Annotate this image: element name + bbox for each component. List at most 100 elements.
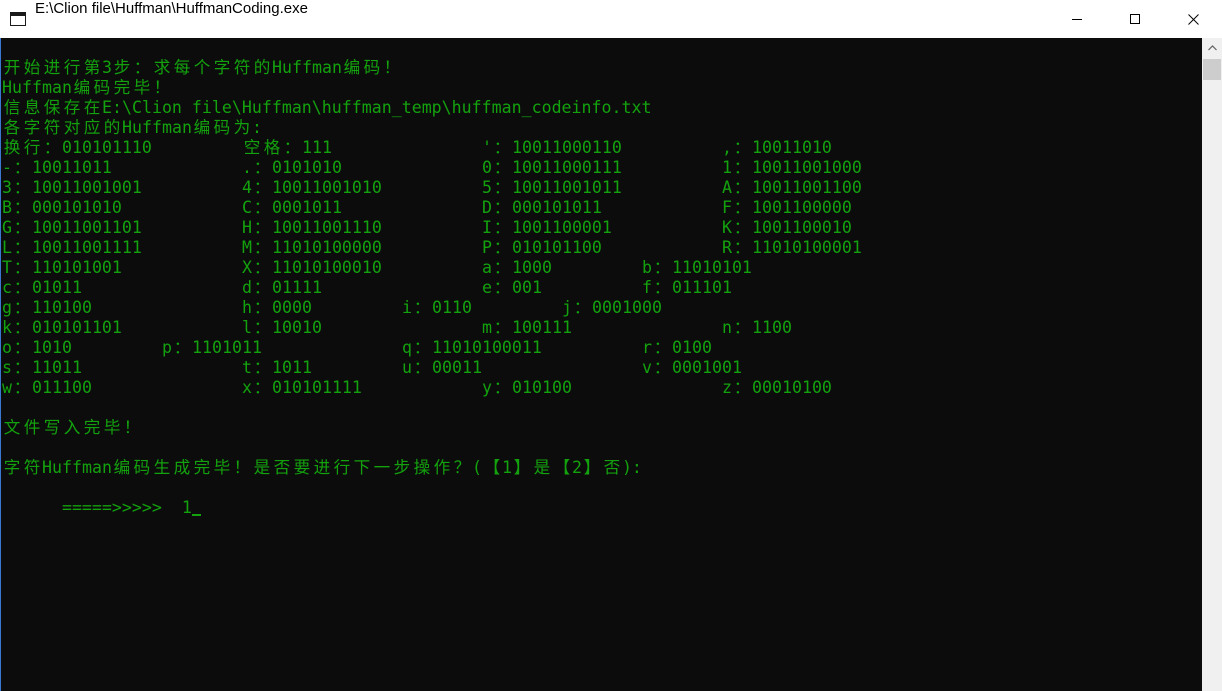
code-entry: 空格： 111 [243, 138, 332, 157]
wide-glyph: 毕 [103, 418, 121, 437]
wide-glyph: ： [493, 198, 511, 217]
wide-glyph: 的 [103, 118, 121, 137]
wide-glyph: ： [13, 318, 31, 337]
code-entry: .： 0101010 [242, 158, 342, 177]
wide-glyph: 码 [363, 58, 381, 77]
wide-glyph: ： [653, 278, 671, 297]
code-entry: l： 10010 [242, 318, 322, 337]
user-input-value[interactable]: 1 [182, 498, 192, 517]
wide-glyph: ： [253, 378, 271, 397]
scrollbar-track[interactable] [1202, 59, 1222, 691]
wide-glyph: ： [573, 298, 591, 317]
code-entry: a： 1000 [482, 258, 552, 277]
wide-glyph: ： [493, 258, 511, 277]
wide-glyph: ： [653, 258, 671, 277]
wide-glyph: ： [253, 278, 271, 297]
wide-glyph: 编 [113, 458, 131, 477]
wide-glyph: 是 [533, 458, 551, 477]
code-table-row: g： 110100 h： 0000 i： 0110 j： 0001000 [1, 298, 1191, 318]
code-entry: h： 0000 [242, 298, 312, 317]
maximize-stroke [1130, 14, 1140, 24]
wide-glyph: 为 [233, 118, 251, 137]
wide-glyph: 第 [83, 58, 101, 77]
wide-glyph: ： [733, 158, 751, 177]
code-table-row: w： 011100 x： 010101111 y： 010100 z： 00010100 [1, 378, 1191, 398]
scrollbar-thumb[interactable] [1203, 59, 1221, 80]
console-output[interactable]: 开始进行第 3 步：求每个字符的 Huffman 编码！ Huffman 编码完毕！ 信息… [0, 38, 1202, 691]
code-table-row: -： 10011011 .： 0101010 0： 10011000111 1： 100… [1, 158, 1191, 178]
code-entry: c： 01011 [2, 278, 82, 297]
wide-glyph: 码 [213, 118, 231, 137]
code-entry: v： 0001001 [642, 358, 742, 377]
scroll-up-button[interactable] [1202, 38, 1222, 58]
input-line[interactable]: =====>>>>> 1 [2, 478, 202, 517]
wide-glyph: 】 [583, 458, 601, 477]
code-entry: n： 1100 [722, 318, 792, 337]
wide-glyph: ： [493, 318, 511, 337]
title-bar[interactable]: E:\Clion file\Huffman\HuffmanCoding.exe [0, 0, 1222, 38]
wide-glyph: 保 [43, 98, 61, 117]
maximize-icon [1130, 14, 1140, 24]
code-entry: p： 1101011 [162, 338, 262, 357]
wide-glyph: 的 [253, 58, 271, 77]
wide-glyph: 完 [193, 458, 211, 477]
wide-glyph: ： [173, 338, 191, 357]
minimize-button[interactable] [1048, 0, 1106, 38]
wide-glyph: 完 [113, 78, 131, 97]
code-entry: 1： 10011001000 [722, 158, 862, 177]
wide-glyph: ： [733, 218, 751, 237]
wide-glyph: 完 [83, 418, 101, 437]
wide-glyph: ： [733, 378, 751, 397]
wide-glyph: ： [253, 298, 271, 317]
chevron-up-stroke [1207, 45, 1217, 51]
wide-glyph: 步 [113, 58, 131, 77]
console-window: E:\Clion file\Huffman\HuffmanCoding.exe … [0, 0, 1222, 691]
vertical-scrollbar[interactable] [1202, 38, 1222, 691]
code-entry: f： 011101 [642, 278, 732, 297]
wide-glyph: ： [493, 278, 511, 297]
code-entry: F： 1001100000 [722, 198, 852, 217]
close-icon [1187, 13, 1199, 25]
wide-glyph: 行 [23, 138, 41, 157]
code-entry: u： 00011 [402, 358, 482, 377]
wide-glyph: 开 [3, 58, 21, 77]
code-entry: 4： 10011001010 [242, 178, 382, 197]
chevron-up-icon [1207, 45, 1217, 51]
code-table-row: 3： 10011001001 4： 10011001010 5： 1001100101… [1, 178, 1191, 198]
wide-glyph: 应 [83, 118, 101, 137]
code-entry: C： 0001011 [242, 198, 342, 217]
wide-glyph: ： [133, 58, 151, 77]
wide-glyph: 在 [83, 98, 101, 117]
wide-glyph: 入 [63, 418, 81, 437]
maximize-button[interactable] [1106, 0, 1164, 38]
wide-glyph: ： [13, 218, 31, 237]
code-entry: L： 10011001111 [2, 238, 142, 257]
code-entry: w： 011100 [2, 378, 92, 397]
code-entry: s： 11011 [2, 358, 82, 377]
wide-glyph: ： [733, 198, 751, 217]
wide-glyph: 编 [193, 118, 211, 137]
wide-glyph: 空 [243, 138, 261, 157]
close-button[interactable] [1164, 0, 1222, 38]
wide-glyph: 息 [23, 98, 41, 117]
code-table-row: T： 110101001 X： 11010100010 a： 1000 b： 11010… [1, 258, 1191, 278]
code-entry: m： 100111 [482, 318, 572, 337]
wide-glyph: ： [493, 138, 511, 157]
wide-glyph: 符 [233, 58, 251, 77]
code-entry: t： 1011 [242, 358, 312, 377]
wide-glyph: ： [493, 218, 511, 237]
code-entry: e： 001 [482, 278, 542, 297]
wide-glyph: 行 [63, 58, 81, 77]
code-table-row: k： 010101101 l： 10010 m： 100111 n： 1100 [1, 318, 1191, 338]
wide-glyph: 否 [273, 458, 291, 477]
code-entry: -： 10011011 [2, 158, 112, 177]
wide-glyph: ： [493, 178, 511, 197]
wide-glyph: 件 [23, 418, 41, 437]
text-cursor [191, 498, 202, 518]
wide-glyph: 字 [23, 118, 41, 137]
code-entry: P： 010101100 [482, 238, 602, 257]
wide-glyph: ： [733, 318, 751, 337]
wide-glyph: ： [283, 138, 301, 157]
wide-glyph: ： [253, 198, 271, 217]
wide-glyph: ： [13, 338, 31, 357]
